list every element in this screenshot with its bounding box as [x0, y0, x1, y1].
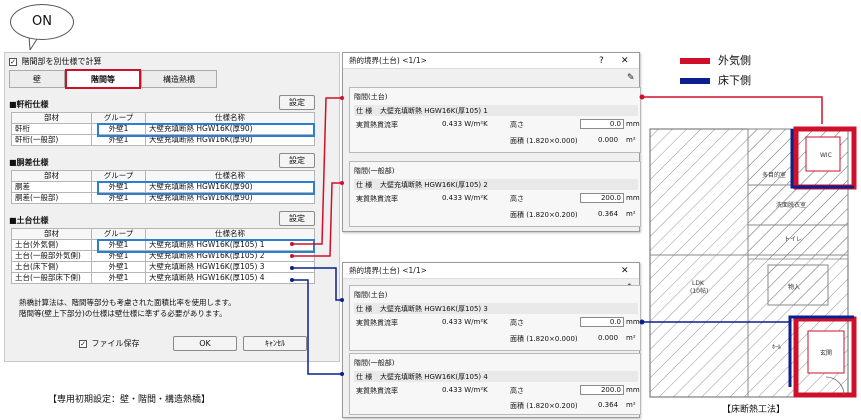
connector-3 — [292, 267, 342, 301]
connector-5 — [642, 96, 823, 124]
connector-1 — [292, 97, 342, 245]
on-callout: ON — [10, 4, 74, 40]
connector-2 — [292, 182, 342, 257]
connector-lines — [290, 94, 823, 376]
connector-4 — [292, 279, 342, 375]
